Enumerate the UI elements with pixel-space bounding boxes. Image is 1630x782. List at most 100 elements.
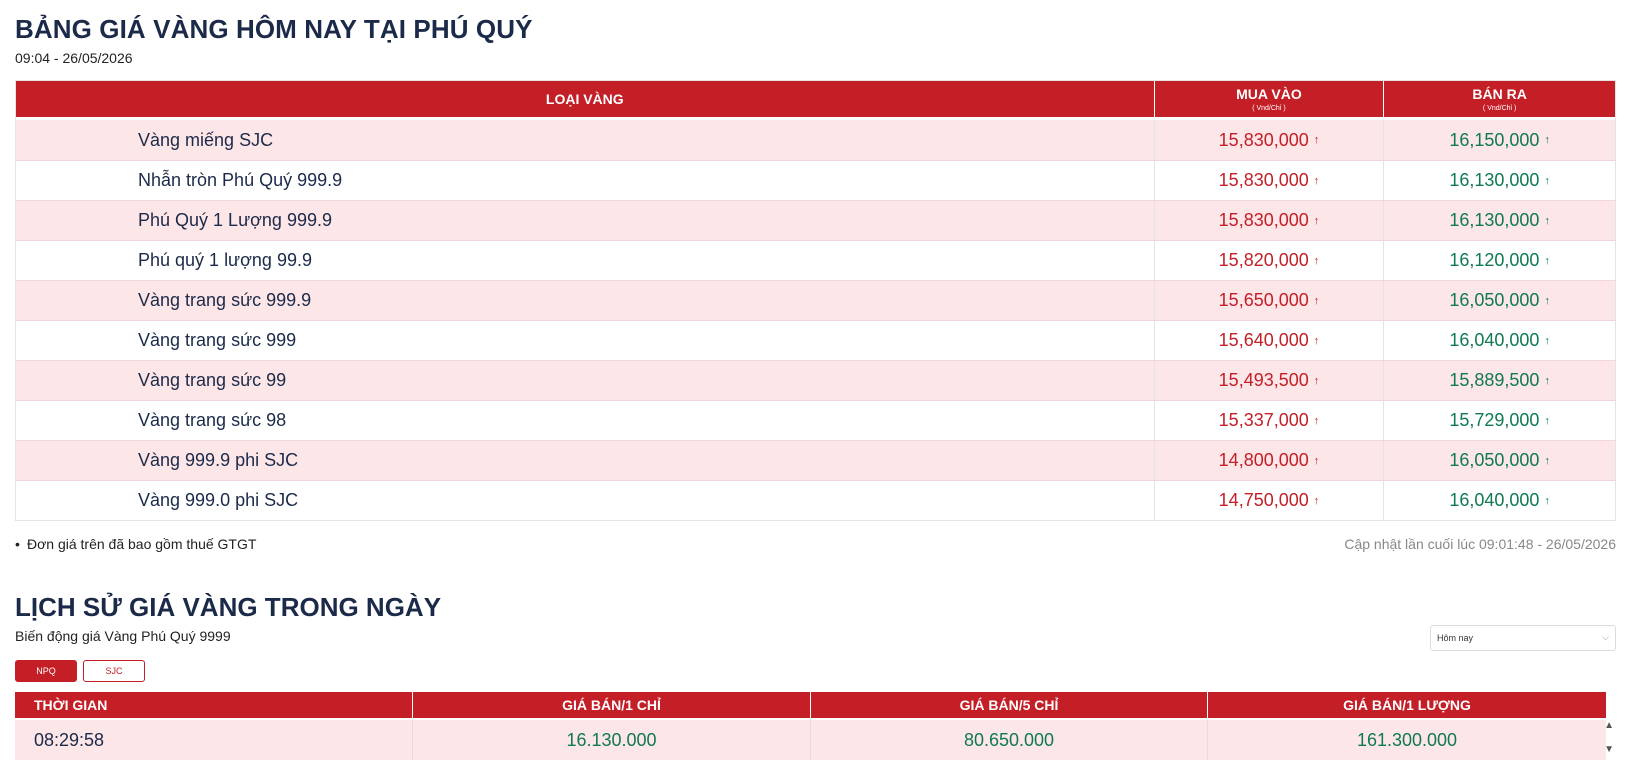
sell-cell: 16,050,000 ↑	[1384, 281, 1615, 320]
table-row: Vàng trang sức 99 15,493,500 ↑ 15,889,500 ↑	[16, 360, 1615, 400]
arrow-up-icon: ↑	[1544, 214, 1550, 227]
arrow-up-icon: ↑	[1313, 174, 1320, 187]
price-table-body: Vàng miếng SJC 15,830,000 ↑ 16,150,000 ↑ Nhẫn…	[16, 120, 1615, 520]
tab-sjc[interactable]: SJC	[83, 660, 145, 682]
arrow-up-icon: ↑	[1544, 134, 1550, 146]
table-row: Vàng trang sức 999 15,640,000 ↑ 16,040,000 ↑	[16, 320, 1615, 360]
sell-price: 16,050,000	[1449, 450, 1540, 470]
buy-cell: 15,337,000 ↑	[1155, 401, 1385, 440]
table-row: Vàng trang sức 98 15,337,000 ↑ 15,729,000 ↑	[16, 400, 1615, 440]
buy-cell: 14,800,000 ↑	[1155, 441, 1385, 480]
history-table: THỜI GIAN GIÁ BÁN/1 CHỈ GIÁ BÁN/5 CHỈ GI…	[15, 692, 1606, 760]
buy-cell: 15,830,000 ↑	[1155, 161, 1385, 200]
gold-type-name: Vàng 999.0 phi SJC	[16, 481, 1155, 520]
sell-cell: 16,130,000 ↑	[1384, 201, 1615, 240]
col-price-1-luong: GIÁ BÁN/1 LƯỢNG	[1343, 697, 1471, 713]
sell-price: 15,889,500	[1449, 370, 1540, 390]
col-buy-unit: ( Vnd/Chỉ )	[1252, 105, 1286, 112]
buy-cell: 15,830,000 ↑	[1155, 120, 1385, 160]
sell-price: 16,150,000	[1449, 129, 1540, 150]
range-select[interactable]: Hôm nay ⌵	[1430, 625, 1616, 651]
history-subtitle: Biến động giá Vàng Phú Quý 9999	[15, 628, 231, 644]
buy-price: 14,750,000	[1218, 490, 1309, 510]
sell-cell: 15,889,500 ↑	[1384, 361, 1615, 400]
col-gold-type-label: LOẠI VÀNG	[545, 91, 624, 107]
table-row: Phú quý 1 lượng 99.9 15,820,000 ↑ 16,120,00…	[16, 240, 1615, 280]
sell-price: 16,130,000	[1449, 170, 1540, 190]
col-buy-label: MUA VÀO	[1236, 86, 1302, 102]
table-row: Vàng trang sức 999.9 15,650,000 ↑ 16,050,00…	[16, 280, 1615, 320]
arrow-up-icon: ↑	[1313, 494, 1320, 507]
bullet-icon: •	[15, 536, 20, 552]
buy-price: 15,820,000	[1218, 250, 1309, 270]
vat-note: • Đơn giá trên đã bao gồm thuế GTGT	[15, 536, 257, 552]
history-time: 08:29:58	[15, 720, 413, 760]
col-price-1-chi: GIÁ BÁN/1 CHỈ	[413, 692, 811, 718]
buy-price: 15,830,000	[1218, 210, 1309, 230]
arrow-up-icon: ↑	[1544, 454, 1550, 467]
sell-price: 15,729,000	[1449, 410, 1540, 430]
table-row: Vàng 999.9 phi SJC 14,800,000 ↑ 16,050,000 ↑	[16, 440, 1615, 480]
last-updated: Cập nhật lần cuối lúc 09:01:48 - 26/05/2…	[1344, 536, 1616, 552]
arrow-up-icon: ↑	[1313, 134, 1320, 146]
buy-cell: 15,650,000 ↑	[1155, 281, 1385, 320]
arrow-up-icon: ↑	[1544, 294, 1550, 307]
col-time: THỜI GIAN	[15, 692, 413, 718]
arrow-up-icon: ↑	[1313, 254, 1320, 267]
buy-cell: 14,750,000 ↑	[1155, 481, 1385, 520]
gold-price-table: LOẠI VÀNG MUA VÀO ( Vnd/Chỉ ) BÁN RA ( V…	[15, 80, 1616, 521]
buy-cell: 15,820,000 ↑	[1155, 241, 1385, 280]
history-tabs: NPQ SJC	[15, 660, 145, 682]
sell-cell: 16,150,000 ↑	[1384, 120, 1615, 160]
history-price-1-chi: 16.130.000	[413, 720, 811, 760]
history-price-1-luong: 161.300.000	[1356, 729, 1458, 750]
buy-cell: 15,640,000 ↑	[1155, 321, 1385, 360]
price-table-header: LOẠI VÀNG MUA VÀO ( Vnd/Chỉ ) BÁN RA ( V…	[16, 81, 1615, 120]
buy-price: 14,800,000	[1218, 450, 1309, 470]
table-row: Vàng miếng SJC 15,830,000 ↑ 16,150,000 ↑	[16, 120, 1615, 160]
arrow-up-icon: ↑	[1544, 494, 1550, 507]
buy-price: 15,493,500	[1218, 370, 1309, 390]
gold-type-name: Vàng trang sức 999.9	[16, 281, 1155, 320]
sell-price: 16,120,000	[1449, 250, 1540, 270]
sell-price: 16,040,000	[1449, 330, 1540, 350]
arrow-up-icon: ↑	[1544, 414, 1550, 427]
sell-cell: 16,040,000 ↑	[1384, 321, 1615, 360]
arrow-up-icon: ↑	[1313, 334, 1320, 347]
col-price-5-chi: GIÁ BÁN/5 CHỈ	[811, 692, 1208, 718]
vat-note-text: Đơn giá trên đã bao gồm thuế GTGT	[27, 536, 257, 552]
col-sell-unit: ( Vnd/Chỉ )	[1482, 105, 1517, 112]
arrow-up-icon: ↑	[1313, 374, 1320, 387]
arrow-up-icon: ↑	[1544, 374, 1550, 387]
table-row: 08:29:58 16.130.000 80.650.000 161.300.0…	[15, 720, 1606, 760]
tab-npq[interactable]: NPQ	[15, 660, 77, 682]
chevron-down-icon: ⌵	[1602, 632, 1609, 642]
sell-cell: 15,729,000 ↑	[1384, 401, 1615, 440]
buy-price: 15,337,000	[1218, 410, 1309, 430]
table-row: Vàng 999.0 phi SJC 14,750,000 ↑ 16,040,000 ↑	[16, 480, 1615, 520]
sell-price: 16,130,000	[1449, 210, 1540, 230]
gold-type-name: Phú quý 1 lượng 99.9	[16, 241, 1155, 280]
buy-price: 15,640,000	[1218, 330, 1309, 350]
buy-cell: 15,493,500 ↑	[1155, 361, 1385, 400]
sell-cell: 16,120,000 ↑	[1384, 241, 1615, 280]
arrow-up-icon: ↑	[1313, 214, 1320, 227]
history-price-5-chi: 80.650.000	[811, 720, 1208, 760]
gold-type-name: Vàng trang sức 98	[16, 401, 1155, 440]
arrow-up-icon: ↑	[1313, 294, 1320, 307]
col-sell-label: BÁN RA	[1472, 86, 1527, 102]
gold-type-name: Phú Quý 1 Lượng 999.9	[16, 201, 1155, 240]
arrow-up-icon: ↑	[1313, 414, 1320, 427]
scroll-up-icon[interactable]: ▲	[1604, 720, 1614, 731]
col-buy: MUA VÀO ( Vnd/Chỉ )	[1155, 81, 1385, 117]
price-datetime: 09:04 - 26/05/2026	[15, 50, 133, 66]
col-sell: BÁN RA ( Vnd/Chỉ )	[1384, 81, 1615, 117]
history-table-header: THỜI GIAN GIÁ BÁN/1 CHỈ GIÁ BÁN/5 CHỈ GI…	[15, 692, 1606, 718]
sell-cell: 16,050,000 ↑	[1384, 441, 1615, 480]
scroll-down-icon[interactable]: ▼	[1604, 744, 1614, 755]
arrow-up-icon: ↑	[1313, 454, 1320, 467]
page-title: BẢNG GIÁ VÀNG HÔM NAY TẠI PHÚ QUÝ	[15, 14, 533, 44]
history-title: LỊCH SỬ GIÁ VÀNG TRONG NGÀY	[15, 592, 442, 622]
col-gold-type: LOẠI VÀNG	[16, 81, 1155, 117]
range-select-value: Hôm nay	[1437, 633, 1474, 643]
